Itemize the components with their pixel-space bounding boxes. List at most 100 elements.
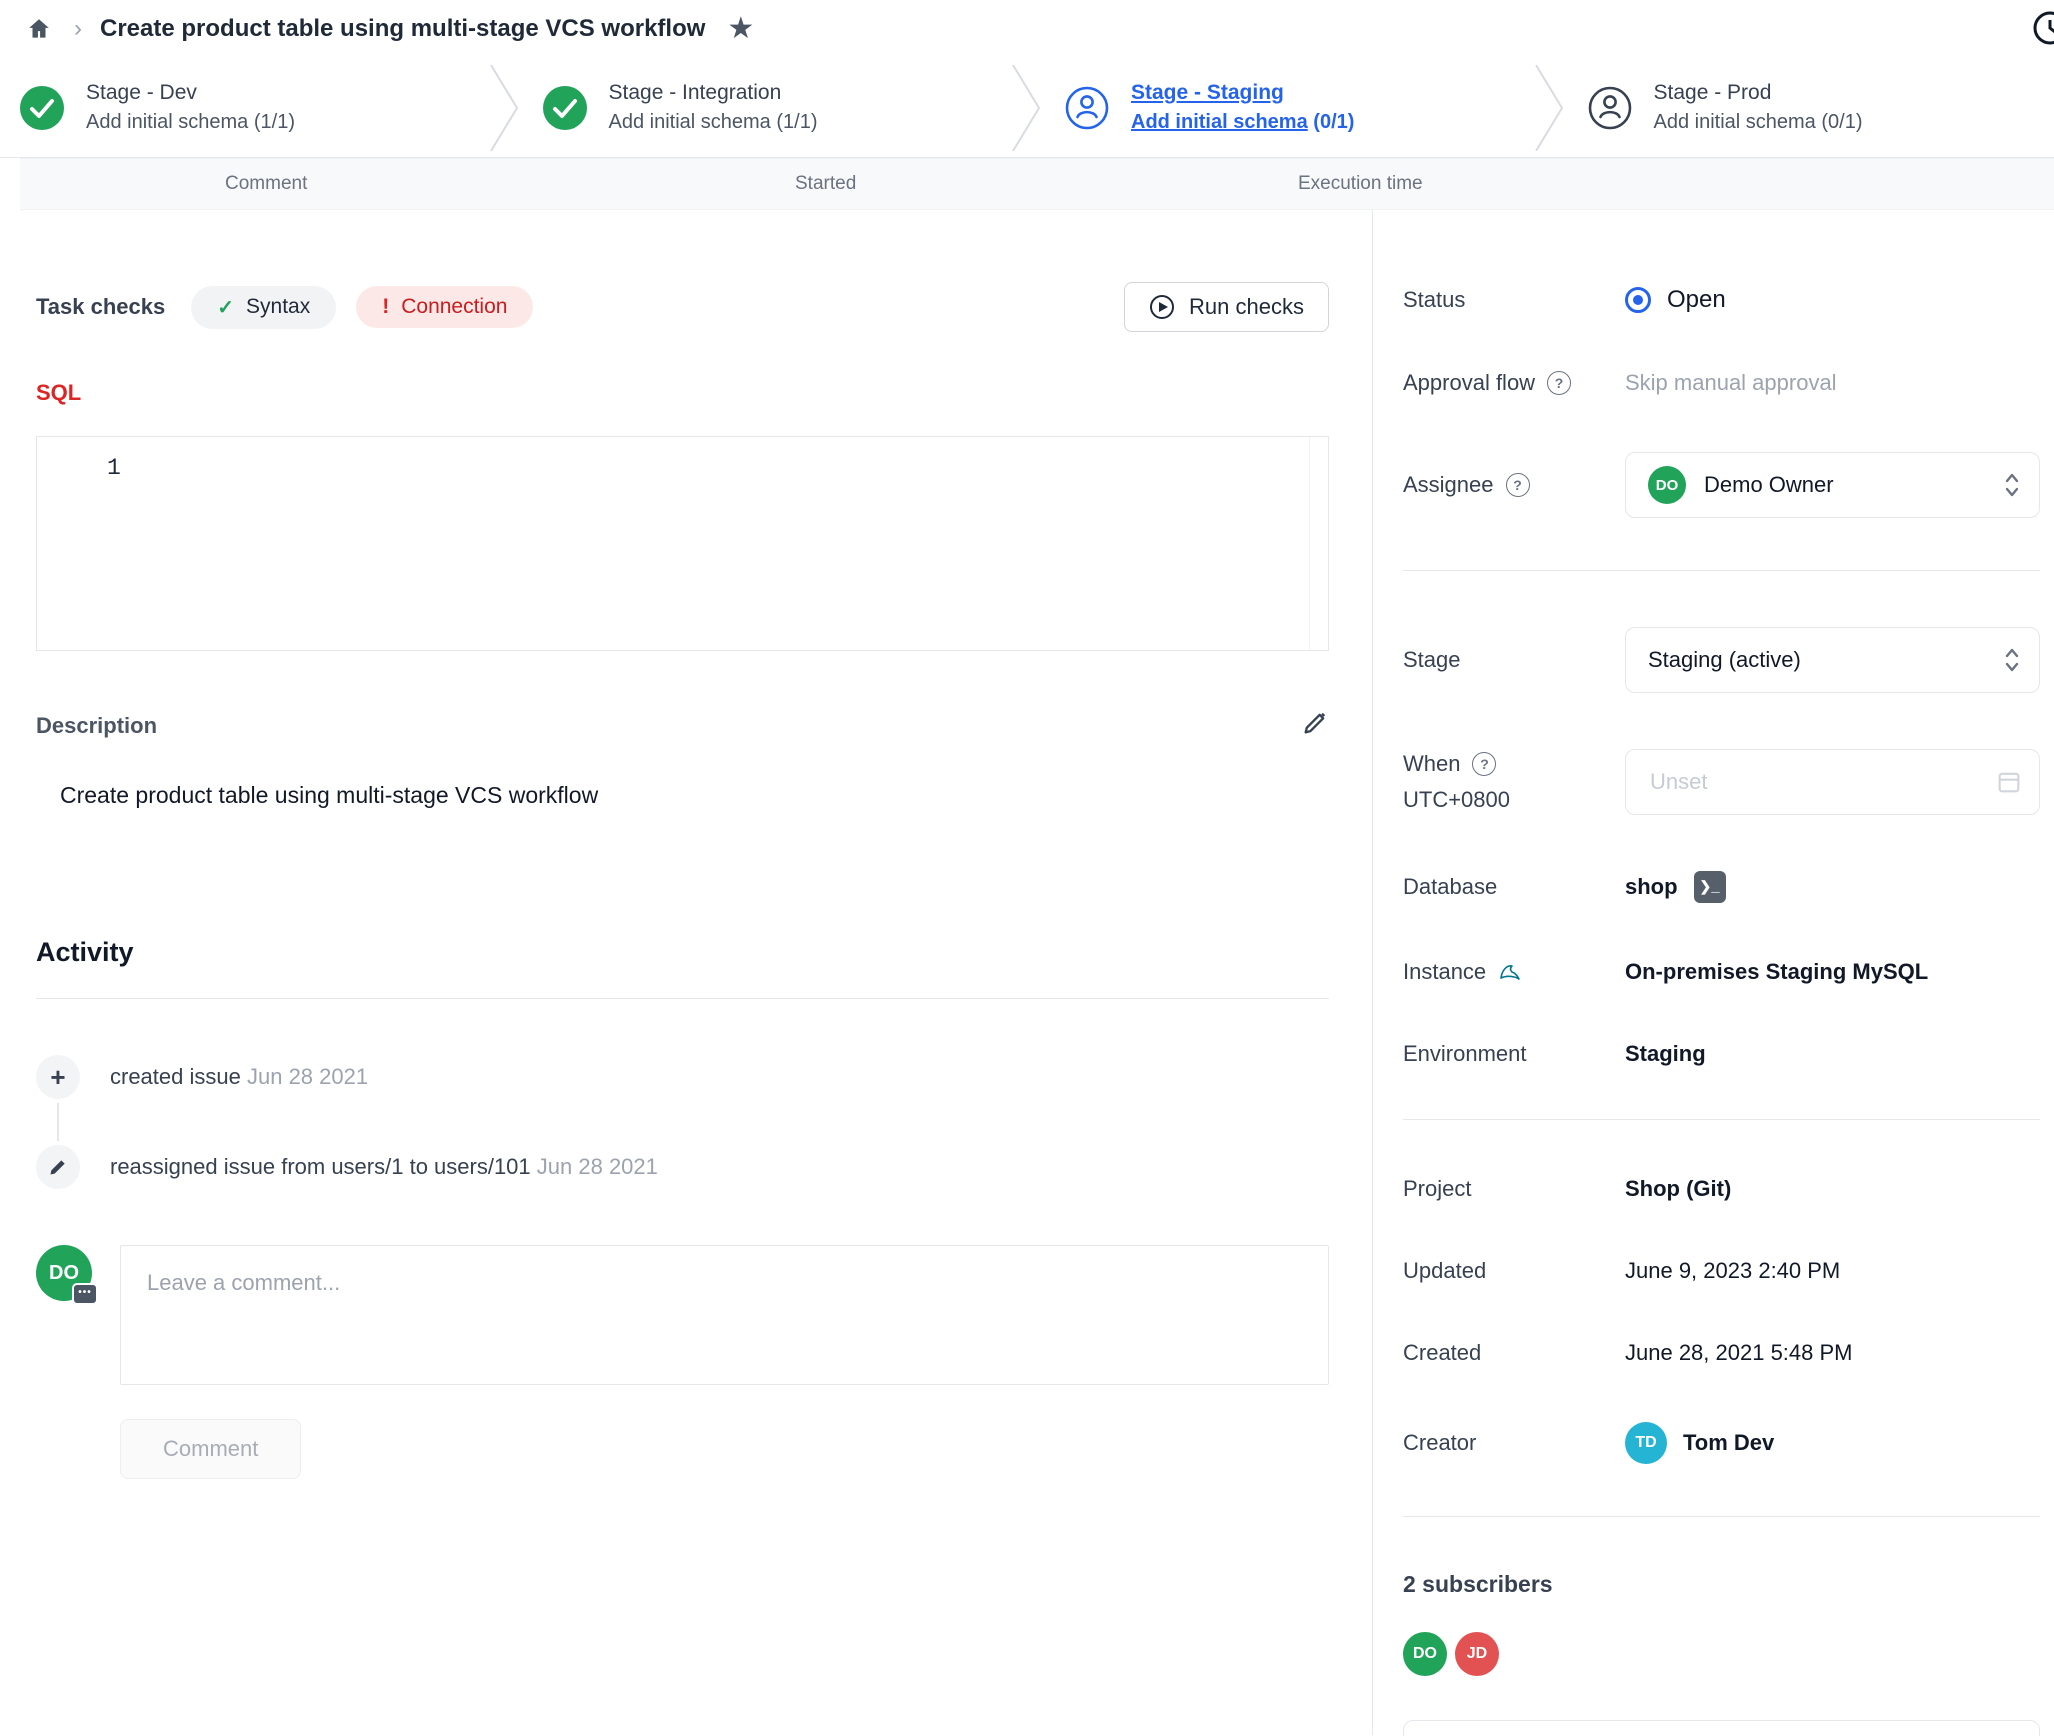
calendar-icon xyxy=(1995,768,2023,796)
avatar: DO ••• xyxy=(36,1245,92,1301)
instance-row: Instance On-premises Staging MySQL xyxy=(1403,959,2040,985)
created-label: Created xyxy=(1403,1340,1625,1366)
stage-item-integration[interactable]: Stage - Integration Add initial schema (… xyxy=(543,81,1010,134)
database-label: Database xyxy=(1403,874,1625,900)
when-date-input[interactable]: Unset xyxy=(1625,749,2040,815)
approval-flow-label: Approval flow ? xyxy=(1403,370,1625,396)
task-checks-label: Task checks xyxy=(36,294,165,320)
timezone-label: UTC+0800 xyxy=(1403,787,1510,813)
breadcrumb-chevron-icon: › xyxy=(74,15,82,43)
check-badge-syntax[interactable]: ✓ Syntax xyxy=(191,286,336,329)
assignee-label: Assignee ? xyxy=(1403,472,1625,498)
stage-subtitle: Add initial schema (1/1) xyxy=(609,111,818,134)
column-header-started: Started xyxy=(795,173,856,195)
when-label: When ? UTC+0800 xyxy=(1403,751,1625,813)
sidebar-divider xyxy=(1403,1119,2040,1120)
environment-label: Environment xyxy=(1403,1041,1625,1067)
avatar[interactable]: JD xyxy=(1455,1632,1499,1676)
status-label: Status xyxy=(1403,287,1625,313)
sidebar-divider xyxy=(1403,1516,2040,1517)
column-header-execution-time: Execution time xyxy=(1298,173,1423,195)
description-header: Description xyxy=(36,709,1329,742)
activity-text: created issue Jun 28 2021 xyxy=(110,1064,368,1090)
stage-label: Stage xyxy=(1403,647,1625,673)
sql-editor[interactable]: 1 xyxy=(36,436,1329,651)
page-title: Create product table using multi-stage V… xyxy=(100,15,705,43)
activity-item-created: + created issue Jun 28 2021 xyxy=(36,1055,1329,1099)
speech-bubble-icon: ••• xyxy=(72,1283,98,1305)
help-icon[interactable]: ? xyxy=(1506,473,1530,497)
assignee-row: Assignee ? DO Demo Owner xyxy=(1403,452,2040,518)
run-checks-button[interactable]: Run checks xyxy=(1124,282,1329,332)
stage-title: Stage - Staging xyxy=(1131,81,1354,105)
avatar[interactable]: DO xyxy=(1403,1632,1447,1676)
project-row: Project Shop (Git) xyxy=(1403,1176,2040,1202)
person-circle-icon xyxy=(1588,86,1632,130)
sql-console-icon[interactable]: ❯_ xyxy=(1694,871,1726,903)
help-icon[interactable]: ? xyxy=(1472,752,1496,776)
updated-row: Updated June 9, 2023 2:40 PM xyxy=(1403,1258,2040,1284)
stage-item-staging[interactable]: Stage - Staging Add initial schema (0/1) xyxy=(1065,81,1532,134)
stage-separator-icon xyxy=(1532,65,1566,151)
unsubscribe-button[interactable]: Unsubscribe xyxy=(1403,1720,2040,1736)
project-label: Project xyxy=(1403,1176,1625,1202)
check-pass-icon: ✓ xyxy=(217,295,234,320)
home-icon[interactable] xyxy=(26,16,52,42)
help-icon[interactable]: ? xyxy=(1547,371,1571,395)
stage-subtitle: Add initial schema (1/1) xyxy=(86,111,295,134)
issue-sidebar: Status Open Approval flow ? Skip manual … xyxy=(1373,210,2054,1735)
sql-editor-scrollbar[interactable] xyxy=(1309,437,1310,650)
created-row: Created June 28, 2021 5:48 PM xyxy=(1403,1340,2040,1366)
star-icon[interactable]: ★ xyxy=(727,14,754,44)
activity-divider xyxy=(36,998,1329,999)
creator-row: Creator TD Tom Dev xyxy=(1403,1422,2040,1464)
project-value[interactable]: Shop (Git) xyxy=(1625,1176,1731,1202)
mysql-dolphin-icon xyxy=(1498,960,1524,984)
sidebar-divider xyxy=(1403,570,2040,571)
activity-connector xyxy=(57,1103,59,1141)
updated-label: Updated xyxy=(1403,1258,1625,1284)
comment-input[interactable] xyxy=(120,1245,1329,1385)
environment-value: Staging xyxy=(1625,1041,1706,1067)
activity-heading: Activity xyxy=(36,937,1329,968)
activity-date: Jun 28 2021 xyxy=(247,1064,368,1089)
updated-value: June 9, 2023 2:40 PM xyxy=(1625,1258,1840,1284)
check-circle-icon xyxy=(543,86,587,130)
instance-value[interactable]: On-premises Staging MySQL xyxy=(1625,959,1928,985)
stage-select[interactable]: Staging (active) xyxy=(1625,627,2040,693)
subscriber-avatars: DO JD xyxy=(1403,1632,2040,1676)
stage-item-dev[interactable]: Stage - Dev Add initial schema (1/1) xyxy=(20,81,487,134)
column-header-comment: Comment xyxy=(225,173,307,195)
when-row: When ? UTC+0800 Unset xyxy=(1403,749,2040,815)
stage-title: Stage - Prod xyxy=(1654,81,1863,105)
approval-flow-row: Approval flow ? Skip manual approval xyxy=(1403,370,2040,396)
stage-subtitle: Add initial schema (0/1) xyxy=(1131,111,1354,134)
stage-pipeline: Stage - Dev Add initial schema (1/1) Sta… xyxy=(0,58,2054,158)
status-row: Status Open xyxy=(1403,286,2040,314)
description-text: Create product table using multi-stage V… xyxy=(36,782,1329,809)
edit-pencil-icon[interactable] xyxy=(1301,709,1329,742)
stage-item-prod[interactable]: Stage - Prod Add initial schema (0/1) xyxy=(1588,81,2054,134)
status-value[interactable]: Open xyxy=(1625,286,1726,314)
instance-label: Instance xyxy=(1403,959,1625,985)
creator-value[interactable]: Tom Dev xyxy=(1683,1430,1774,1456)
comment-button[interactable]: Comment xyxy=(120,1419,301,1479)
chevron-up-down-icon xyxy=(2003,647,2021,673)
history-icon[interactable] xyxy=(2030,8,2054,53)
avatar: DO xyxy=(1648,466,1686,504)
check-fail-icon: ! xyxy=(382,295,389,319)
plus-icon: + xyxy=(36,1055,80,1099)
stage-title: Stage - Dev xyxy=(86,81,295,105)
subscribers-heading: 2 subscribers xyxy=(1403,1571,2040,1598)
radio-selected-icon xyxy=(1625,287,1651,313)
sql-section-label: SQL xyxy=(36,380,1329,406)
database-value[interactable]: shop xyxy=(1625,874,1678,900)
check-badge-connection[interactable]: ! Connection xyxy=(356,286,533,328)
stage-separator-icon xyxy=(1009,65,1043,151)
task-table-header: Comment Started Execution time xyxy=(20,158,2054,210)
main-panel: Task checks ✓ Syntax ! Connection Run ch… xyxy=(0,210,1373,1735)
stage-separator-icon xyxy=(487,65,521,151)
activity-item-reassigned: reassigned issue from users/1 to users/1… xyxy=(36,1145,1329,1189)
assignee-select[interactable]: DO Demo Owner xyxy=(1625,452,2040,518)
database-row: Database shop ❯_ xyxy=(1403,871,2040,903)
